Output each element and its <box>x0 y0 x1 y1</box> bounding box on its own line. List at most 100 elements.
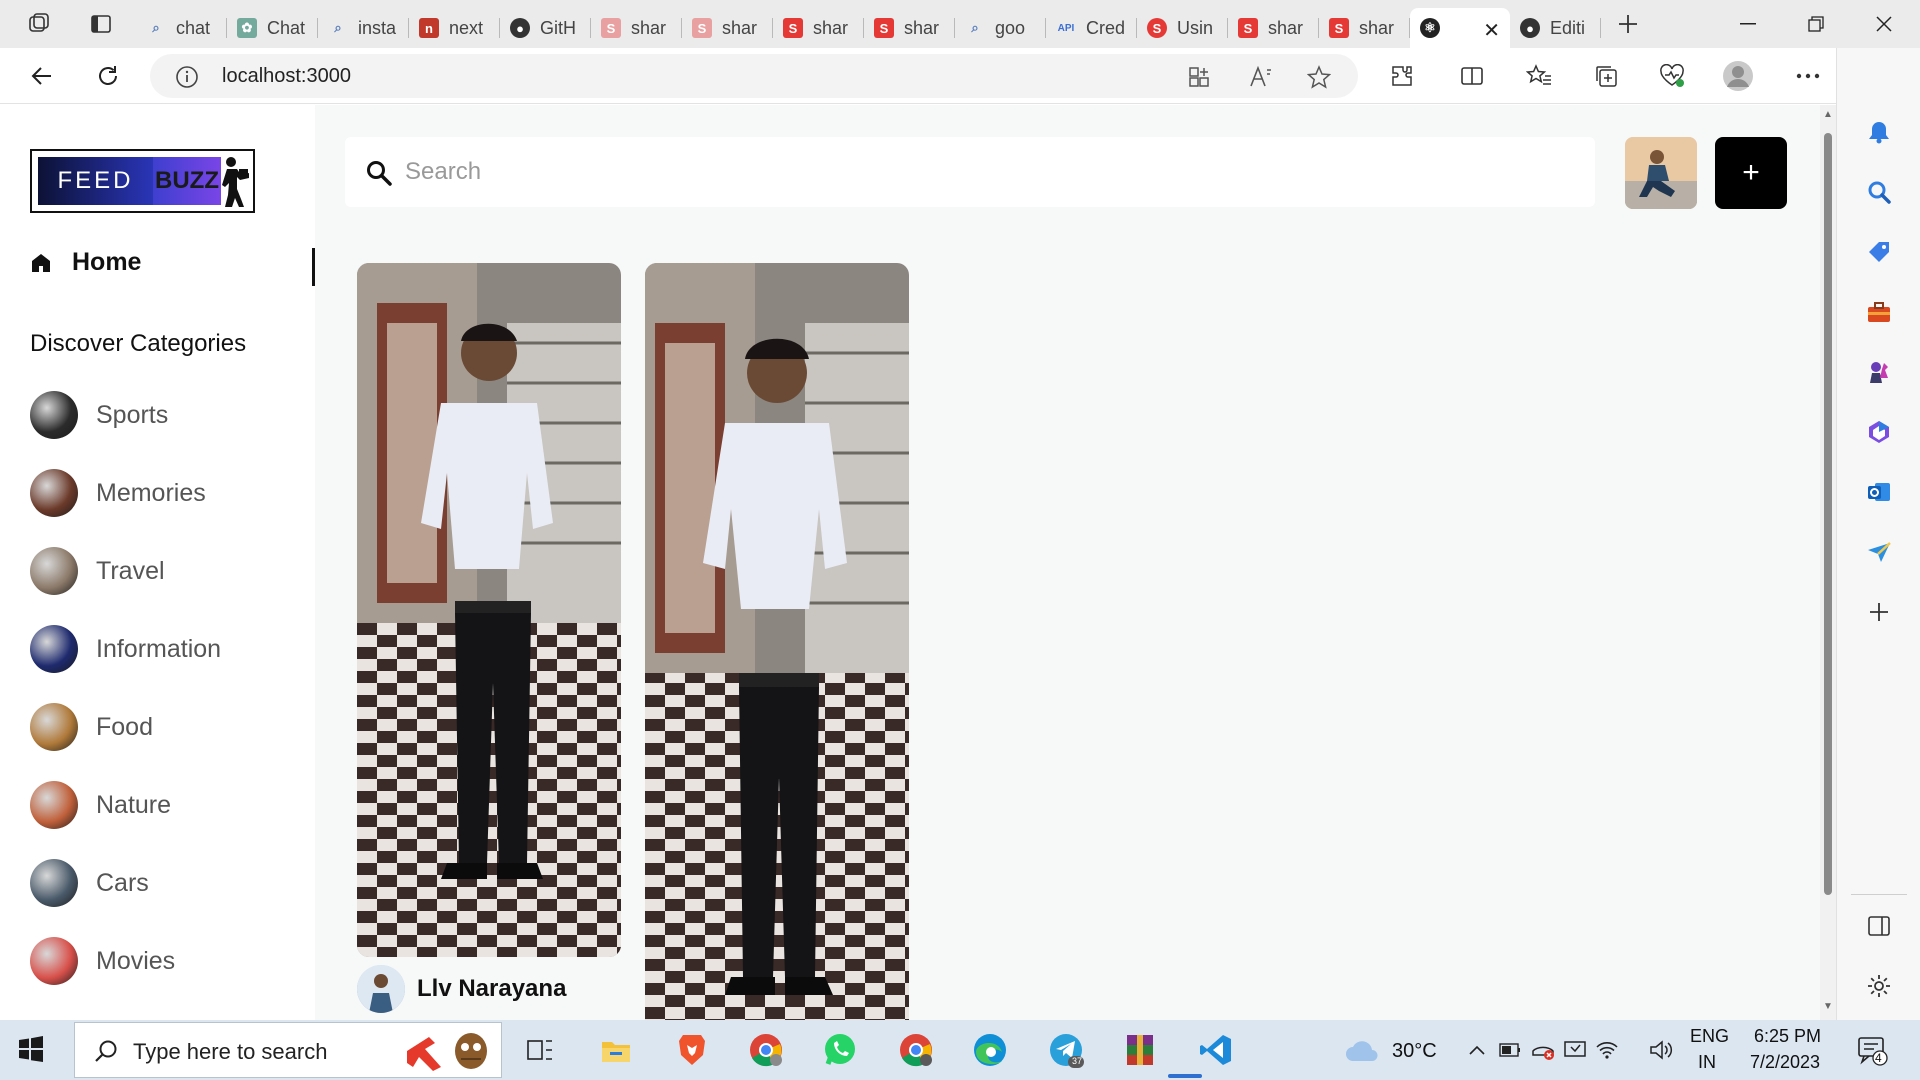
language-ENG[interactable]: ENG <box>1690 1026 1729 1047</box>
category-nature[interactable]: Nature <box>30 780 290 830</box>
pin-card[interactable] <box>357 263 621 957</box>
category-label: Sports <box>96 400 169 429</box>
category-movies[interactable]: Movies <box>30 936 290 986</box>
browser-tab[interactable]: S Usin <box>1137 8 1228 48</box>
nav-home[interactable]: Home <box>30 248 141 277</box>
weather-temperature[interactable]: 30°C <box>1392 1040 1437 1063</box>
browser-tab[interactable]: Sshar <box>773 8 864 48</box>
games-chess-icon[interactable] <box>1863 356 1895 388</box>
s-favicon-icon: S <box>692 18 712 38</box>
browser-tab[interactable]: ✿ Chat <box>227 8 318 48</box>
wifi-icon[interactable] <box>1594 1032 1620 1068</box>
search-input[interactable] <box>405 147 1575 197</box>
display-icon[interactable] <box>1562 1032 1588 1068</box>
browser-tab[interactable]: ⚛ ✕ <box>1410 8 1510 48</box>
browser-essentials-icon[interactable] <box>1656 60 1688 92</box>
collections-icon[interactable] <box>1590 60 1622 92</box>
category-sports[interactable]: Sports <box>30 390 290 440</box>
rail-divider <box>1851 894 1907 895</box>
browser-tab[interactable]: Sshar <box>1319 8 1410 48</box>
weather-cloud-icon[interactable] <box>1344 1032 1380 1068</box>
split-screen-icon[interactable] <box>1456 60 1488 92</box>
new-tab-icon[interactable] <box>1615 11 1641 37</box>
browser-tab[interactable]: Sshar <box>864 8 955 48</box>
category-memories[interactable]: Memories <box>30 468 290 518</box>
notifications-bell-icon[interactable] <box>1863 116 1895 148</box>
add-sidebar-app-icon[interactable] <box>1863 596 1895 628</box>
hide-sidebar-icon[interactable] <box>1863 910 1895 942</box>
more-options-icon[interactable] <box>1792 60 1824 92</box>
favorite-star-icon[interactable] <box>1306 64 1332 90</box>
browser-tab[interactable]: Sshar <box>682 8 773 48</box>
site-info-icon[interactable] <box>174 64 200 90</box>
scroll-thumb[interactable] <box>1824 133 1832 895</box>
show-hidden-icons-chevron-icon[interactable] <box>1466 1032 1488 1068</box>
favorites-icon[interactable] <box>1523 60 1555 92</box>
browser-tab[interactable]: ● GitH <box>500 8 591 48</box>
feedbuzz-logo[interactable]: FEED BUZZ <box>30 149 255 213</box>
category-travel[interactable]: Travel <box>30 546 290 596</box>
telegram-icon[interactable]: 37 <box>1048 1032 1084 1068</box>
language-region-IN[interactable]: IN <box>1698 1052 1716 1073</box>
browser-tab[interactable]: Sshar <box>1228 8 1319 48</box>
notification-center-icon[interactable]: 4 <box>1854 1032 1890 1068</box>
create-pin-button[interactable]: + <box>1715 137 1787 209</box>
network-error-icon[interactable] <box>1530 1032 1556 1068</box>
tab-title: shar <box>722 17 758 38</box>
refresh-icon[interactable] <box>92 60 124 92</box>
browser-tab[interactable]: ⌕ insta <box>318 8 409 48</box>
winrar-icon[interactable] <box>1122 1032 1158 1068</box>
browser-tab[interactable]: Sshar <box>591 8 682 48</box>
scroll-down-arrow-icon[interactable]: ▼ <box>1822 1001 1834 1013</box>
shopping-tag-icon[interactable] <box>1863 236 1895 268</box>
search-sidebar-icon[interactable] <box>1863 176 1895 208</box>
settings-gear-icon[interactable] <box>1863 970 1895 1002</box>
brave-browser-icon[interactable] <box>674 1032 710 1068</box>
task-view-icon[interactable] <box>522 1032 558 1068</box>
volume-icon[interactable] <box>1648 1032 1674 1068</box>
file-explorer-icon[interactable] <box>598 1032 634 1068</box>
windows-start-icon[interactable] <box>18 1036 44 1062</box>
send-drop-icon[interactable] <box>1863 536 1895 568</box>
chrome-profile-2-icon[interactable] <box>898 1032 934 1068</box>
chrome-profile-1-icon[interactable] <box>748 1032 784 1068</box>
url-text[interactable]: localhost:3000 <box>222 65 351 88</box>
browser-tab[interactable]: ⌕ chat <box>136 8 227 48</box>
app-available-icon[interactable] <box>1186 64 1212 90</box>
edge-browser-icon[interactable] <box>972 1032 1008 1068</box>
restore-icon[interactable] <box>1782 0 1850 48</box>
category-cars[interactable]: Cars <box>30 858 290 908</box>
browser-tab[interactable]: ● Editi <box>1510 8 1601 48</box>
api-favicon-icon: API <box>1057 22 1075 34</box>
category-food[interactable]: Food <box>30 702 290 752</box>
back-icon[interactable] <box>26 60 58 92</box>
minimize-icon[interactable] <box>1714 0 1782 48</box>
user-avatar[interactable] <box>1625 137 1697 209</box>
microsoft365-icon[interactable] <box>1863 416 1895 448</box>
profile-avatar-icon[interactable] <box>1722 60 1754 92</box>
tools-briefcase-icon[interactable] <box>1863 296 1895 328</box>
address-bar[interactable]: localhost:3000 <box>150 54 1358 98</box>
scroll-up-arrow-icon[interactable]: ▲ <box>1822 109 1834 121</box>
whatsapp-icon[interactable] <box>822 1032 858 1068</box>
workspaces-icon[interactable] <box>26 11 52 37</box>
outlook-icon[interactable] <box>1863 476 1895 508</box>
extensions-icon[interactable] <box>1386 60 1418 92</box>
window-close-icon[interactable] <box>1850 0 1918 48</box>
vscode-icon[interactable] <box>1198 1032 1234 1068</box>
pin-author[interactable]: Llv Narayana <box>357 965 566 1013</box>
search-bar[interactable] <box>345 137 1595 207</box>
page-scrollbar[interactable]: ▲ ▼ <box>1820 105 1836 1020</box>
browser-tab[interactable]: n next <box>409 8 500 48</box>
read-aloud-icon[interactable] <box>1248 64 1274 90</box>
battery-icon[interactable] <box>1498 1032 1522 1068</box>
browser-tab[interactable]: ⌕ goo <box>955 8 1046 48</box>
pin-card[interactable] <box>645 263 909 1020</box>
browser-tab[interactable]: API Cred <box>1046 8 1137 48</box>
clock-date[interactable]: 7/2/2023 <box>1750 1052 1820 1073</box>
tab-actions-icon[interactable] <box>88 11 114 37</box>
taskbar-search-box[interactable]: Type here to search <box>74 1022 502 1078</box>
category-information[interactable]: Information <box>30 624 290 674</box>
clock-time[interactable]: 6:25 PM <box>1754 1026 1821 1047</box>
tab-close-icon[interactable]: ✕ <box>1483 18 1500 43</box>
